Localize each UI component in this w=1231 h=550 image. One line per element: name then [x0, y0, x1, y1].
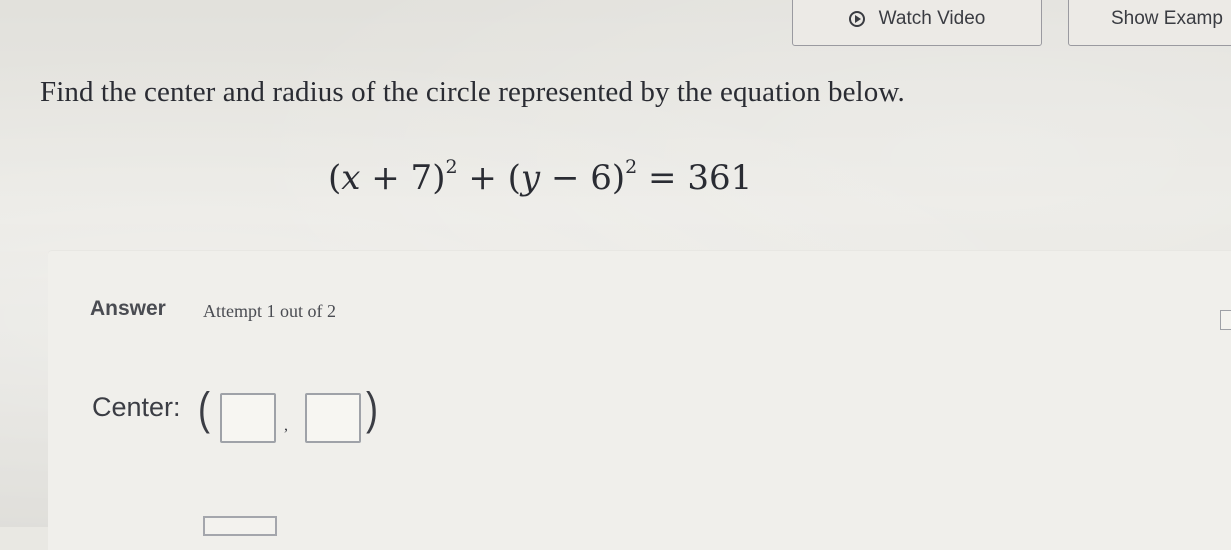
attempt-counter: Attempt 1 out of 2 [203, 301, 336, 321]
question-prompt: Find the center and radius of the circle… [40, 76, 905, 108]
circle-equation: (x + 7)2 + (y − 6)2 = 361 [328, 155, 753, 198]
center-label: Center: [92, 392, 181, 422]
edge-checkbox[interactable] [1220, 310, 1231, 330]
eq-x-variable: x [341, 158, 361, 198]
play-circle-icon [848, 11, 865, 27]
center-close-paren: ) [366, 382, 378, 434]
eq-y-variable: y [520, 158, 541, 198]
center-comma: , [284, 417, 288, 434]
show-example-label: Show Examp [1111, 8, 1223, 29]
watch-video-button[interactable]: Watch Video [792, 0, 1042, 46]
eq-part2: + 7) [360, 158, 446, 198]
watch-video-label: Watch Video [878, 8, 986, 29]
center-x-input[interactable] [220, 393, 276, 443]
center-open-paren: ( [198, 382, 210, 434]
eq-exponent-2: 2 [625, 155, 638, 178]
eq-part3: + ( [457, 158, 521, 198]
eq-part4: − 6) [540, 158, 626, 198]
show-example-button[interactable]: Show Examp [1068, 0, 1231, 46]
radius-input[interactable] [203, 516, 277, 536]
eq-part1: ( [328, 158, 342, 198]
eq-exponent-1: 2 [445, 155, 458, 178]
answer-heading: Answer [90, 297, 166, 320]
center-y-input[interactable] [305, 393, 361, 443]
eq-part5: = 361 [637, 158, 753, 198]
